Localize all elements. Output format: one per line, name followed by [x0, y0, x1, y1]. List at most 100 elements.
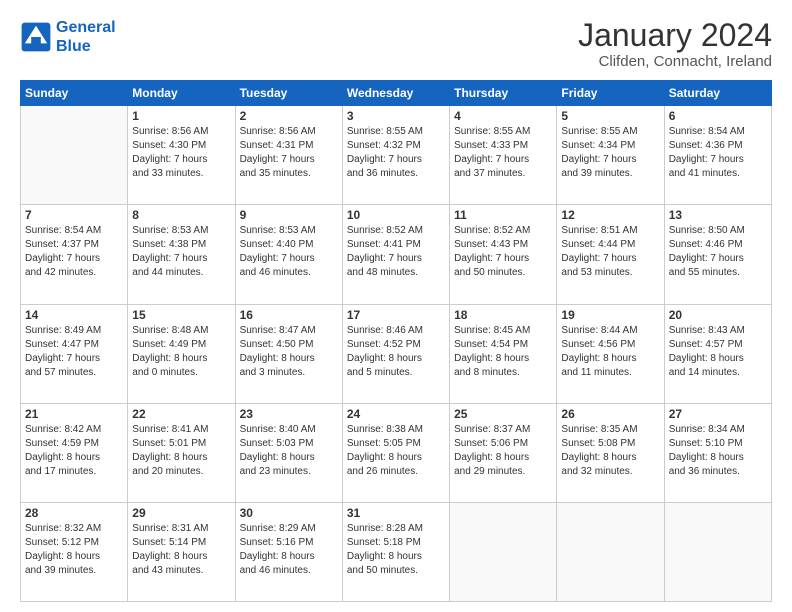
calendar-cell: 25Sunrise: 8:37 AMSunset: 5:06 PMDayligh… — [450, 403, 557, 502]
day-info: Sunrise: 8:28 AMSunset: 5:18 PMDaylight:… — [347, 522, 445, 578]
calendar-cell: 19 Sunrise: 8:44 AMSunset: 4:56 PMDayligh… — [557, 304, 664, 403]
col-thursday: Thursday — [450, 81, 557, 106]
day-number: 21 — [25, 407, 123, 421]
day-number: 19 — [561, 308, 659, 322]
calendar-cell: 12 Sunrise: 8:51 AMSunset: 4:44 PMDayligh… — [557, 205, 664, 304]
col-wednesday: Wednesday — [342, 81, 449, 106]
day-number: 12 — [561, 208, 659, 222]
day-info: Sunrise: 8:54 AMSunset: 4:37 PMDaylight:… — [25, 224, 123, 280]
day-number: 13 — [669, 208, 767, 222]
calendar-cell: 14 Sunrise: 8:49 AMSunset: 4:47 PMDayligh… — [21, 304, 128, 403]
day-info: Sunrise: 8:32 AMSunset: 5:12 PMDaylight:… — [25, 522, 123, 578]
day-number: 14 — [25, 308, 123, 322]
calendar-cell: 28Sunrise: 8:32 AMSunset: 5:12 PMDayligh… — [21, 502, 128, 601]
calendar-cell: 3 Sunrise: 8:55 AMSunset: 4:32 PMDaylight… — [342, 106, 449, 205]
day-info: Sunrise: 8:37 AMSunset: 5:06 PMDaylight:… — [454, 423, 552, 479]
day-info: Sunrise: 8:49 AMSunset: 4:47 PMDaylight:… — [25, 324, 123, 380]
day-info: Sunrise: 8:50 AMSunset: 4:46 PMDaylight:… — [669, 224, 767, 280]
calendar-cell: 29 Sunrise: 8:31 AMSunset: 5:14 PMDayligh… — [128, 502, 235, 601]
day-number: 22 — [132, 407, 230, 421]
calendar-week-row-1: 1 Sunrise: 8:56 AMSunset: 4:30 PMDaylight… — [21, 106, 772, 205]
day-info: Sunrise: 8:47 AMSunset: 4:50 PMDaylight:… — [240, 324, 338, 380]
logo: General Blue — [20, 18, 116, 56]
calendar-cell: 30Sunrise: 8:29 AMSunset: 5:16 PMDayligh… — [235, 502, 342, 601]
day-info: Sunrise: 8:34 AMSunset: 5:10 PMDaylight:… — [669, 423, 767, 479]
calendar-table: Sunday Monday Tuesday Wednesday Thursday… — [20, 80, 772, 602]
calendar-subtitle: Clifden, Connacht, Ireland — [578, 53, 772, 70]
calendar-cell: 13 Sunrise: 8:50 AMSunset: 4:46 PMDayligh… — [664, 205, 771, 304]
day-info: Sunrise: 8:38 AMSunset: 5:05 PMDaylight:… — [347, 423, 445, 479]
calendar-cell: 23 Sunrise: 8:40 AMSunset: 5:03 PMDayligh… — [235, 403, 342, 502]
logo-icon — [20, 21, 52, 53]
day-number: 27 — [669, 407, 767, 421]
page: General Blue January 2024 Clifden, Conna… — [0, 0, 792, 612]
calendar-title: January 2024 — [578, 18, 772, 53]
calendar-cell — [557, 502, 664, 601]
day-info: Sunrise: 8:51 AMSunset: 4:44 PMDaylight:… — [561, 224, 659, 280]
day-info: Sunrise: 8:52 AMSunset: 4:43 PMDaylight:… — [454, 224, 552, 280]
calendar-cell: 24 Sunrise: 8:38 AMSunset: 5:05 PMDayligh… — [342, 403, 449, 502]
day-number: 10 — [347, 208, 445, 222]
day-number: 20 — [669, 308, 767, 322]
day-info: Sunrise: 8:55 AMSunset: 4:33 PMDaylight:… — [454, 125, 552, 181]
calendar-cell: 22 Sunrise: 8:41 AMSunset: 5:01 PMDayligh… — [128, 403, 235, 502]
calendar-cell — [450, 502, 557, 601]
logo-text: General Blue — [56, 18, 116, 56]
calendar-cell: 9 Sunrise: 8:53 AMSunset: 4:40 PMDaylight… — [235, 205, 342, 304]
calendar-cell: 20 Sunrise: 8:43 AMSunset: 4:57 PMDayligh… — [664, 304, 771, 403]
calendar-cell: 27 Sunrise: 8:34 AMSunset: 5:10 PMDayligh… — [664, 403, 771, 502]
calendar-cell: 6Sunrise: 8:54 AMSunset: 4:36 PMDaylight… — [664, 106, 771, 205]
day-info: Sunrise: 8:52 AMSunset: 4:41 PMDaylight:… — [347, 224, 445, 280]
calendar-week-row-3: 14 Sunrise: 8:49 AMSunset: 4:47 PMDayligh… — [21, 304, 772, 403]
day-info: Sunrise: 8:56 AMSunset: 4:31 PMDaylight:… — [240, 125, 338, 181]
col-saturday: Saturday — [664, 81, 771, 106]
calendar-cell: 26 Sunrise: 8:35 AMSunset: 5:08 PMDayligh… — [557, 403, 664, 502]
day-number: 24 — [347, 407, 445, 421]
calendar-cell: 10 Sunrise: 8:52 AMSunset: 4:41 PMDayligh… — [342, 205, 449, 304]
calendar-header-row: Sunday Monday Tuesday Wednesday Thursday… — [21, 81, 772, 106]
day-info: Sunrise: 8:35 AMSunset: 5:08 PMDaylight:… — [561, 423, 659, 479]
calendar-week-row-2: 7 Sunrise: 8:54 AMSunset: 4:37 PMDaylight… — [21, 205, 772, 304]
day-number: 1 — [132, 109, 230, 123]
day-number: 5 — [561, 109, 659, 123]
day-number: 26 — [561, 407, 659, 421]
calendar-week-row-4: 21 Sunrise: 8:42 AMSunset: 4:59 PMDayligh… — [21, 403, 772, 502]
day-info: Sunrise: 8:53 AMSunset: 4:38 PMDaylight:… — [132, 224, 230, 280]
day-info: Sunrise: 8:45 AMSunset: 4:54 PMDaylight:… — [454, 324, 552, 380]
day-info: Sunrise: 8:40 AMSunset: 5:03 PMDaylight:… — [240, 423, 338, 479]
calendar-cell: 18 Sunrise: 8:45 AMSunset: 4:54 PMDayligh… — [450, 304, 557, 403]
day-info: Sunrise: 8:48 AMSunset: 4:49 PMDaylight:… — [132, 324, 230, 380]
day-number: 30 — [240, 506, 338, 520]
day-number: 3 — [347, 109, 445, 123]
calendar-cell: 1 Sunrise: 8:56 AMSunset: 4:30 PMDaylight… — [128, 106, 235, 205]
day-info: Sunrise: 8:56 AMSunset: 4:30 PMDaylight:… — [132, 125, 230, 181]
calendar-cell — [21, 106, 128, 205]
calendar-cell: 7 Sunrise: 8:54 AMSunset: 4:37 PMDaylight… — [21, 205, 128, 304]
calendar-cell: 17Sunrise: 8:46 AMSunset: 4:52 PMDayligh… — [342, 304, 449, 403]
day-number: 29 — [132, 506, 230, 520]
day-info: Sunrise: 8:44 AMSunset: 4:56 PMDaylight:… — [561, 324, 659, 380]
day-info: Sunrise: 8:41 AMSunset: 5:01 PMDaylight:… — [132, 423, 230, 479]
day-number: 8 — [132, 208, 230, 222]
day-info: Sunrise: 8:55 AMSunset: 4:32 PMDaylight:… — [347, 125, 445, 181]
col-tuesday: Tuesday — [235, 81, 342, 106]
day-number: 6 — [669, 109, 767, 123]
day-number: 15 — [132, 308, 230, 322]
calendar-cell: 5Sunrise: 8:55 AMSunset: 4:34 PMDaylight… — [557, 106, 664, 205]
day-info: Sunrise: 8:46 AMSunset: 4:52 PMDaylight:… — [347, 324, 445, 380]
day-number: 23 — [240, 407, 338, 421]
calendar-cell: 16 Sunrise: 8:47 AMSunset: 4:50 PMDayligh… — [235, 304, 342, 403]
day-info: Sunrise: 8:43 AMSunset: 4:57 PMDaylight:… — [669, 324, 767, 380]
day-number: 9 — [240, 208, 338, 222]
day-info: Sunrise: 8:42 AMSunset: 4:59 PMDaylight:… — [25, 423, 123, 479]
calendar-cell: 15 Sunrise: 8:48 AMSunset: 4:49 PMDayligh… — [128, 304, 235, 403]
day-number: 7 — [25, 208, 123, 222]
day-info: Sunrise: 8:31 AMSunset: 5:14 PMDaylight:… — [132, 522, 230, 578]
col-friday: Friday — [557, 81, 664, 106]
day-number: 18 — [454, 308, 552, 322]
calendar-cell: 11Sunrise: 8:52 AMSunset: 4:43 PMDayligh… — [450, 205, 557, 304]
day-info: Sunrise: 8:53 AMSunset: 4:40 PMDaylight:… — [240, 224, 338, 280]
calendar-cell: 2Sunrise: 8:56 AMSunset: 4:31 PMDaylight… — [235, 106, 342, 205]
calendar-cell: 4Sunrise: 8:55 AMSunset: 4:33 PMDaylight… — [450, 106, 557, 205]
day-number: 16 — [240, 308, 338, 322]
